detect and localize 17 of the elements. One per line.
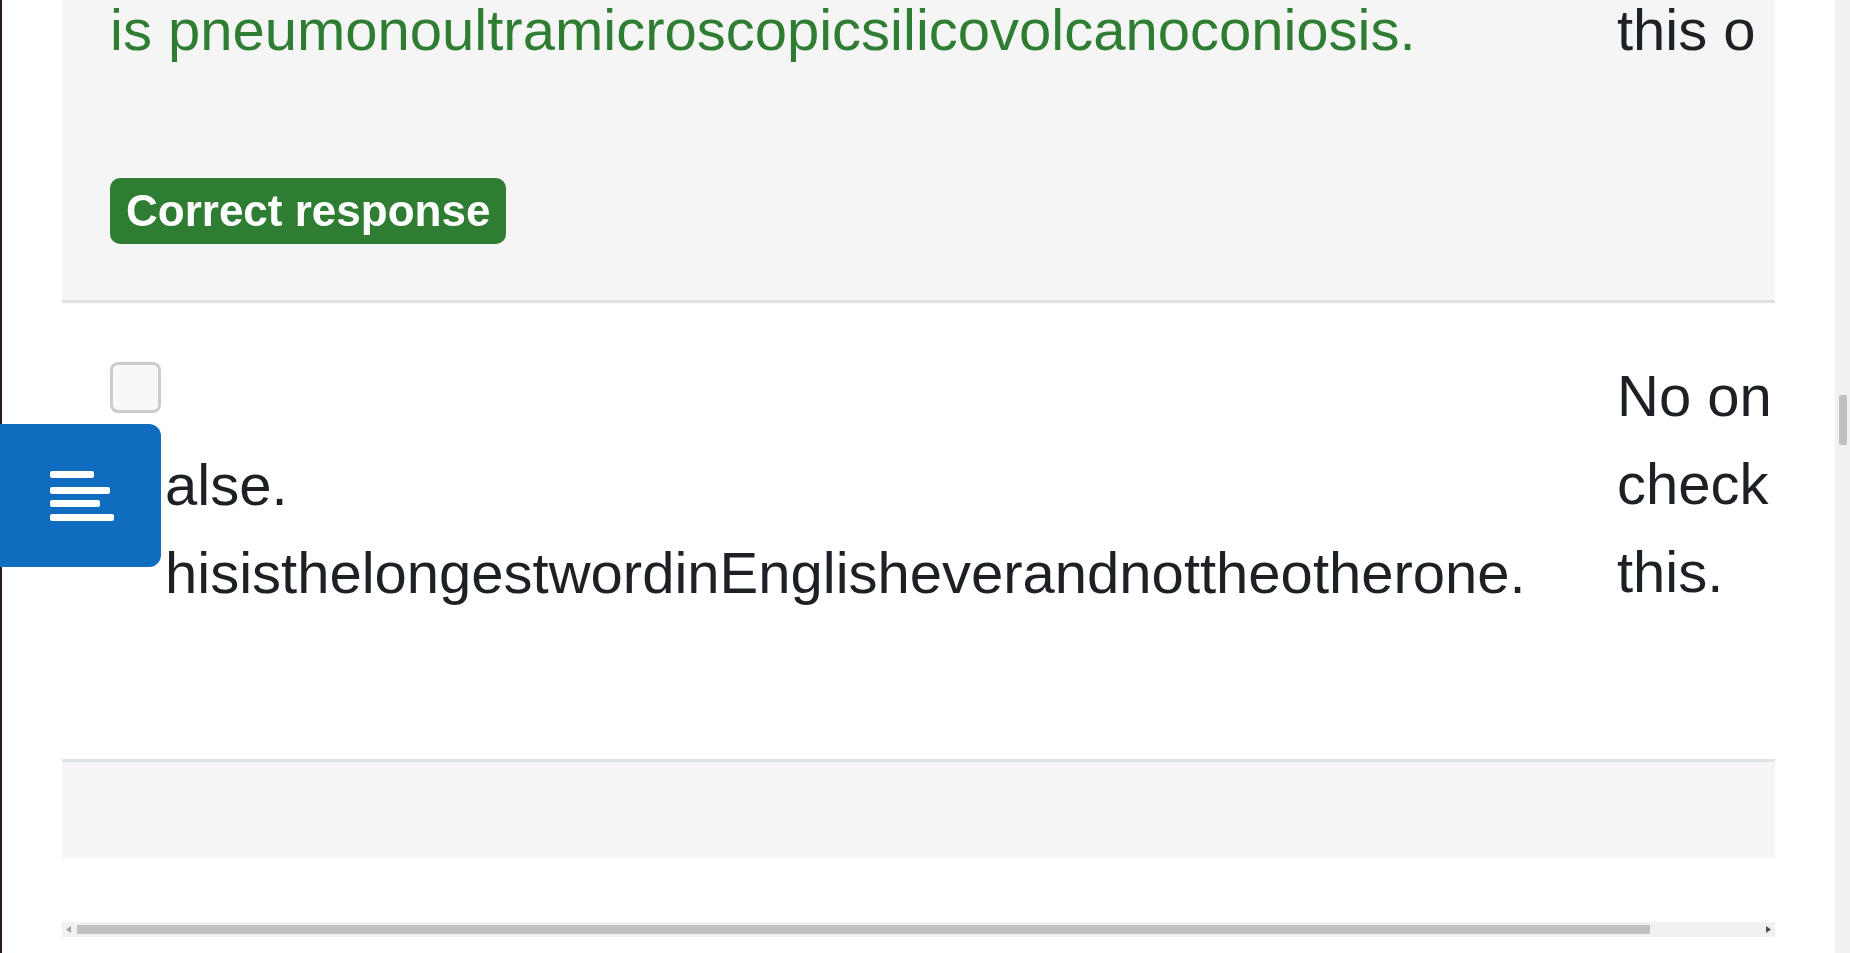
answer-text: is pneumonoultramicroscopicsilicovolcanoconiosis.	[110, 0, 1416, 60]
checkbox[interactable]	[110, 362, 161, 413]
scrollbar-thumb[interactable]	[77, 925, 1650, 934]
feedback-text: this o	[1617, 0, 1756, 60]
answer-text: hisisthelongestwordinEnglisheverandnottheotherone.	[165, 539, 1526, 607]
drawer-toggle-button[interactable]	[0, 424, 161, 567]
horizontal-scrollbar[interactable]	[62, 922, 1775, 937]
feedback-text: check	[1617, 450, 1769, 518]
right-arrow-icon[interactable]	[1766, 926, 1771, 933]
feedback-text: No on	[1617, 362, 1772, 430]
feedback-text: this.	[1617, 538, 1724, 606]
scrollbar-thumb[interactable]	[1839, 395, 1847, 445]
text-lines-icon	[50, 470, 114, 521]
left-arrow-icon[interactable]	[66, 926, 71, 933]
answer-text: alse.	[165, 451, 288, 519]
correct-badge: Correct response	[110, 178, 507, 244]
vertical-scrollbar[interactable]	[1835, 0, 1850, 953]
